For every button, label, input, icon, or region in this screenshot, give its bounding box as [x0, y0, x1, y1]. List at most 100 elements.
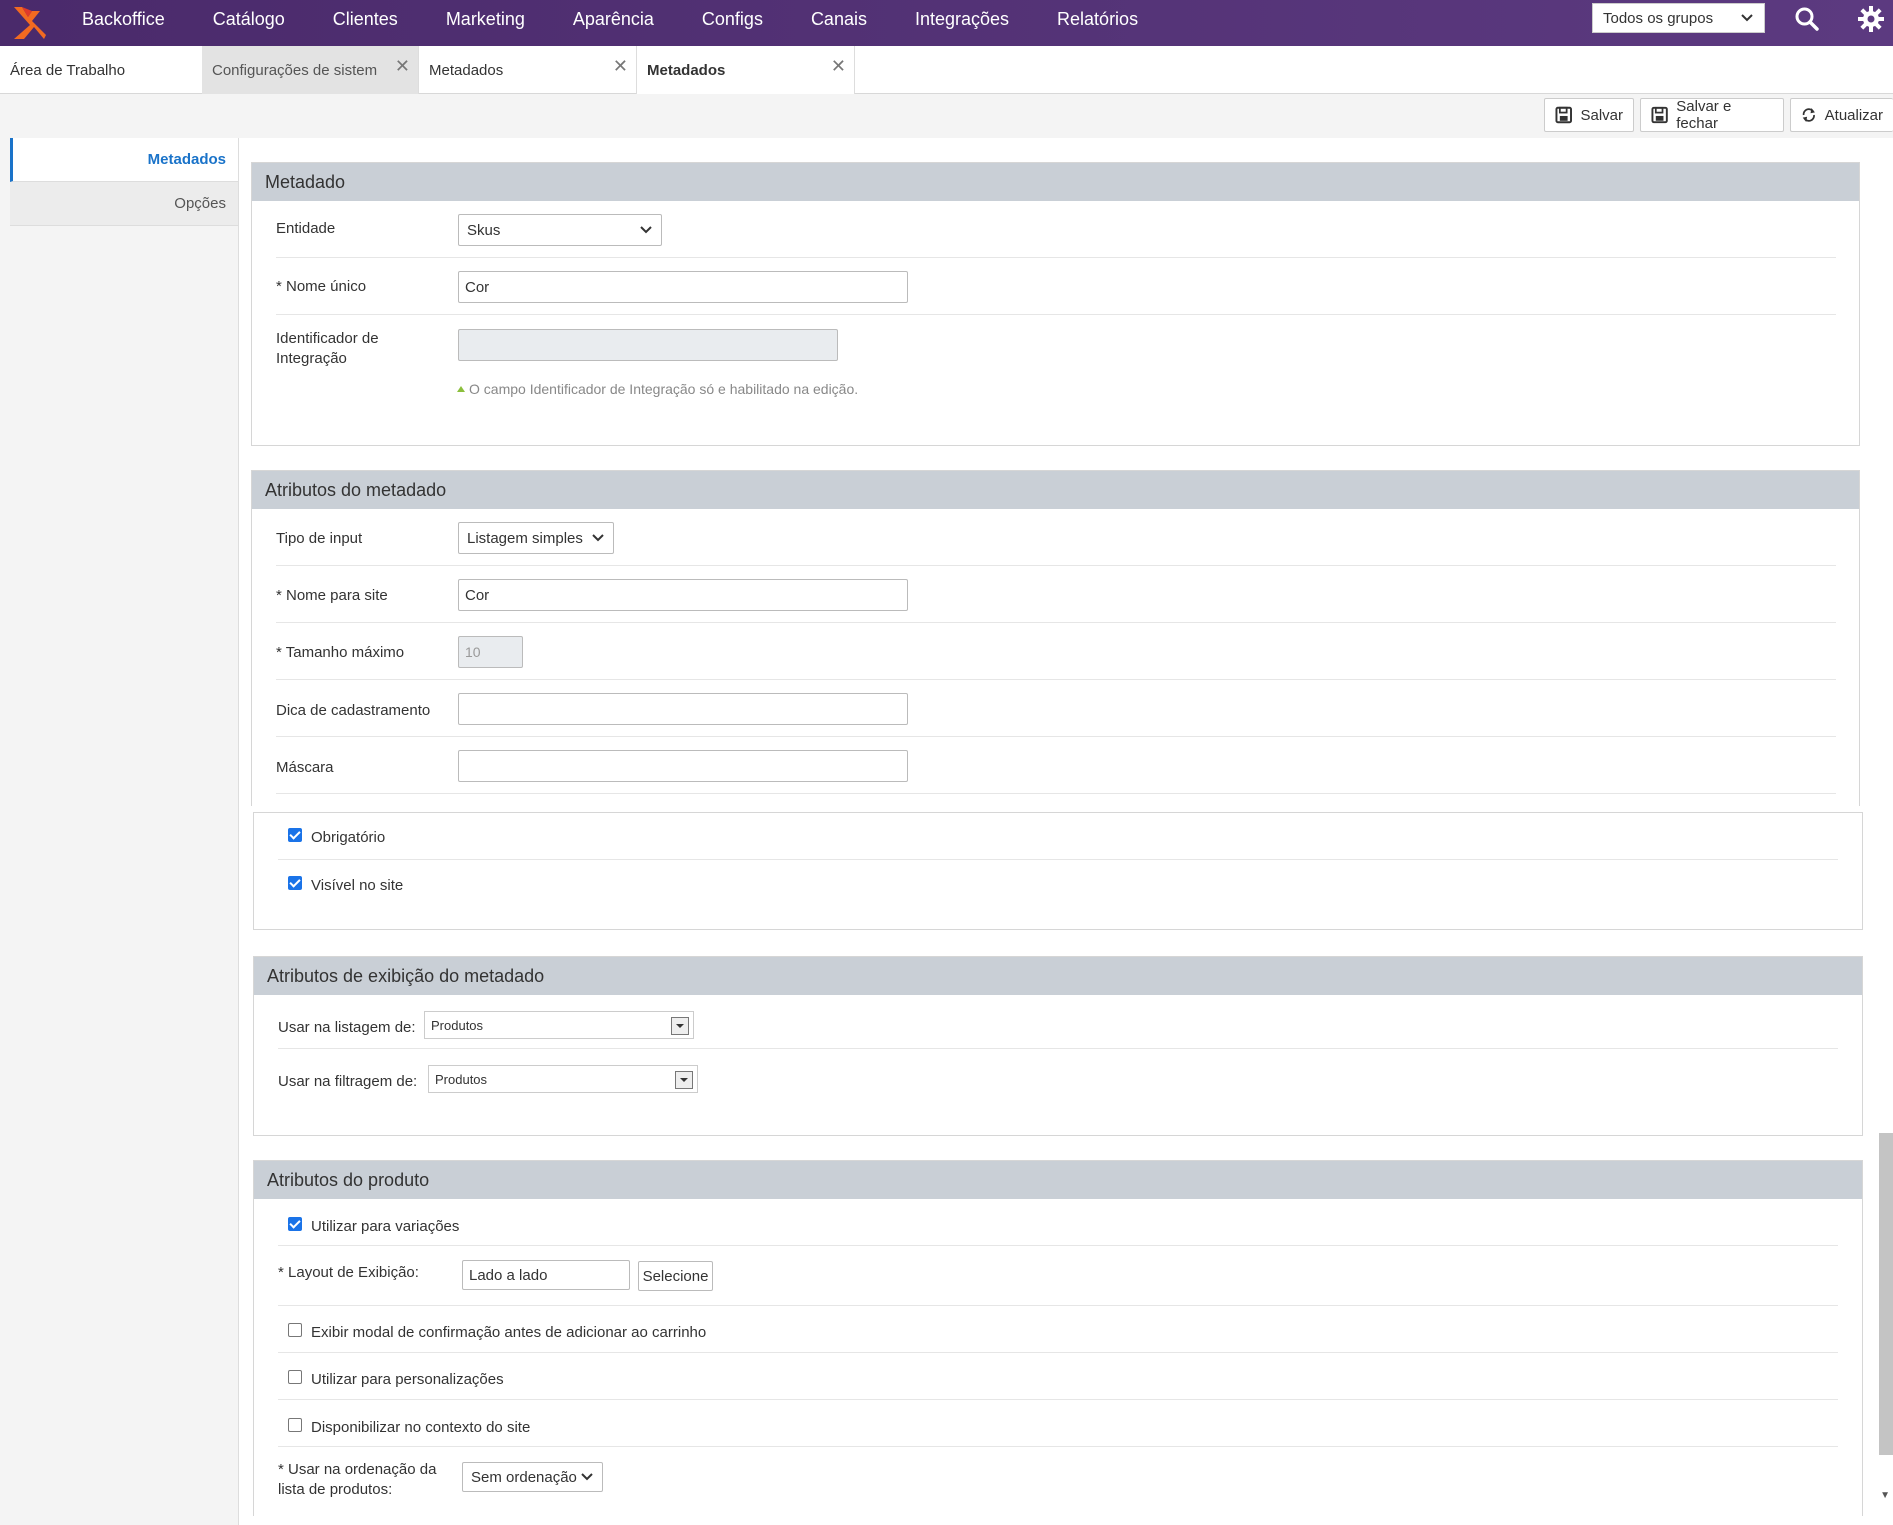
- nome-site-label: * Nome para site: [276, 587, 388, 604]
- nav-item-aparencia[interactable]: Aparência: [549, 0, 678, 42]
- tab-metadados-1[interactable]: Metadados ✕: [419, 46, 637, 94]
- chevron-down-icon: [1741, 14, 1753, 22]
- ordenacao-label-line2: lista de produtos:: [278, 1481, 393, 1498]
- nav-item-catalogo[interactable]: Catálogo: [189, 0, 309, 42]
- nav-item-canais[interactable]: Canais: [787, 0, 891, 42]
- dica-input[interactable]: [458, 693, 908, 725]
- tab-label: Metadados: [647, 61, 726, 79]
- floppy-icon: [1555, 106, 1572, 124]
- form-row-modal: Exibir modal de confirmação antes de adi…: [278, 1306, 1838, 1353]
- entidade-label: Entidade: [276, 220, 336, 237]
- mascara-input[interactable]: [458, 750, 908, 782]
- layout-input[interactable]: Lado a lado: [462, 1260, 630, 1290]
- modal-checkbox[interactable]: [288, 1323, 302, 1337]
- nav-item-configs[interactable]: Configs: [678, 0, 787, 42]
- gear-icon[interactable]: [1856, 4, 1886, 34]
- form-row-filtragem: Usar na filtragem de: Produtos: [278, 1049, 1838, 1103]
- search-icon[interactable]: [1792, 4, 1822, 34]
- close-icon[interactable]: ✕: [613, 56, 628, 77]
- tamanho-input: 10: [458, 636, 523, 668]
- tab-area-de-trabalho[interactable]: Área de Trabalho: [0, 46, 202, 94]
- panel-title: Atributos do produto: [254, 1161, 1862, 1199]
- layout-label: * Layout de Exibição:: [278, 1264, 419, 1281]
- panel-atributos-metadado: Atributos do metadado Tipo de input List…: [251, 470, 1860, 806]
- dica-label: Dica de cadastramento: [276, 702, 431, 719]
- refresh-button[interactable]: Atualizar: [1790, 98, 1893, 132]
- ordenacao-value: Sem ordenação: [471, 1468, 577, 1486]
- panel-atributos-exibicao: Atributos de exibição do metadado Usar n…: [253, 956, 1863, 1136]
- tab-label: Metadados: [429, 61, 504, 79]
- top-navbar: Backoffice Catálogo Clientes Marketing A…: [0, 0, 1893, 46]
- nome-unico-input[interactable]: Cor: [458, 271, 908, 303]
- left-menu-item-metadados[interactable]: Metadados: [10, 138, 238, 182]
- identificador-hint: O campo Identificador de Integração só e…: [469, 381, 859, 397]
- nav-item-integracoes[interactable]: Integrações: [891, 0, 1033, 42]
- left-menu-item-opcoes[interactable]: Opções: [10, 182, 238, 226]
- panel-atributos-produto: Atributos do produto Utilizar para varia…: [253, 1160, 1863, 1516]
- form-row-visivel: Visível no site: [278, 860, 1838, 907]
- identificador-label: Identificador de Integração: [276, 330, 379, 367]
- panel-flags: Obrigatório Visível no site: [253, 812, 1863, 930]
- tamanho-label: * Tamanho máximo: [276, 644, 405, 661]
- form-row-personalizacoes: Utilizar para personalizações: [278, 1353, 1838, 1400]
- form-row-mascara: Máscara: [276, 737, 1836, 794]
- panel-title: Metadado: [252, 163, 1859, 201]
- app-logo[interactable]: [0, 0, 58, 46]
- chevron-down-icon: [592, 534, 604, 542]
- save-close-button[interactable]: Salvar e fechar: [1640, 98, 1784, 132]
- visivel-checkbox[interactable]: [288, 876, 302, 890]
- save-button[interactable]: Salvar: [1544, 98, 1634, 132]
- form-row-variacoes: Utilizar para variações: [278, 1199, 1838, 1246]
- group-select[interactable]: Todos os grupos: [1592, 3, 1765, 33]
- contexto-label: Disponibilizar no contexto do site: [311, 1419, 531, 1436]
- personalizacoes-checkbox[interactable]: [288, 1370, 302, 1384]
- tab-bar: Área de Trabalho Configurações de sistem…: [0, 46, 1893, 94]
- entidade-select-value: Skus: [467, 221, 501, 239]
- group-select-value: Todos os grupos: [1603, 9, 1714, 27]
- listagem-value: Produtos: [431, 1017, 484, 1033]
- nav-item-marketing[interactable]: Marketing: [422, 0, 549, 42]
- tab-label: Área de Trabalho: [10, 61, 126, 79]
- close-icon[interactable]: ✕: [831, 56, 846, 77]
- left-menu: Metadados Opções: [10, 138, 238, 226]
- refresh-label: Atualizar: [1824, 106, 1883, 124]
- tipo-input-select[interactable]: Listagem simples: [458, 522, 614, 554]
- listagem-select[interactable]: Produtos: [424, 1011, 694, 1039]
- panel-title: Atributos do metadado: [252, 471, 1859, 509]
- entidade-select[interactable]: Skus: [458, 214, 662, 246]
- tab-configuracoes-sistema[interactable]: Configurações de sistema ✕: [202, 46, 419, 94]
- refresh-icon: [1802, 108, 1815, 122]
- chevron-down-icon: [581, 1473, 593, 1481]
- tab-label: Configurações de sistema: [212, 61, 377, 79]
- nome-unico-label: * Nome único: [276, 278, 367, 295]
- nav-item-clientes[interactable]: Clientes: [309, 0, 422, 42]
- form-row-tipo-input: Tipo de input Listagem simples: [276, 509, 1836, 566]
- nav-item-relatorios[interactable]: Relatórios: [1033, 0, 1162, 42]
- identificador-input: [458, 329, 838, 361]
- contexto-checkbox[interactable]: [288, 1418, 302, 1432]
- personalizacoes-label: Utilizar para personalizações: [311, 1371, 504, 1388]
- form-row-dica: Dica de cadastramento: [276, 680, 1836, 737]
- form-row-contexto: Disponibilizar no contexto do site: [278, 1400, 1838, 1447]
- filtragem-value: Produtos: [435, 1071, 488, 1087]
- scrollbar-thumb[interactable]: [1879, 1133, 1893, 1455]
- tab-metadados-2[interactable]: Metadados ✕: [637, 46, 855, 94]
- save-close-label: Salvar e fechar: [1676, 98, 1732, 132]
- nav-item-backoffice[interactable]: Backoffice: [58, 0, 189, 42]
- ordenacao-select[interactable]: Sem ordenação: [462, 1462, 603, 1492]
- scroll-down-icon[interactable]: ▼: [1880, 1490, 1890, 1501]
- save-label: Salvar: [1580, 106, 1623, 124]
- selecione-button[interactable]: Selecione: [638, 1261, 713, 1291]
- obrigatorio-checkbox[interactable]: [288, 828, 302, 842]
- variacoes-checkbox[interactable]: [288, 1217, 302, 1231]
- filtragem-label: Usar na filtragem de:: [278, 1073, 418, 1090]
- filtragem-select[interactable]: Produtos: [428, 1065, 698, 1093]
- ordenacao-label-line1: * Usar na ordenação da: [278, 1461, 437, 1478]
- close-icon[interactable]: ✕: [395, 56, 410, 77]
- obrigatorio-label: Obrigatório: [311, 829, 386, 846]
- form-row-obrigatorio: Obrigatório: [278, 813, 1838, 860]
- listagem-label: Usar na listagem de:: [278, 1019, 416, 1036]
- form-row-entidade: Entidade Skus: [276, 201, 1836, 258]
- nome-site-input[interactable]: Cor: [458, 579, 908, 611]
- tipo-input-value: Listagem simples: [467, 529, 583, 547]
